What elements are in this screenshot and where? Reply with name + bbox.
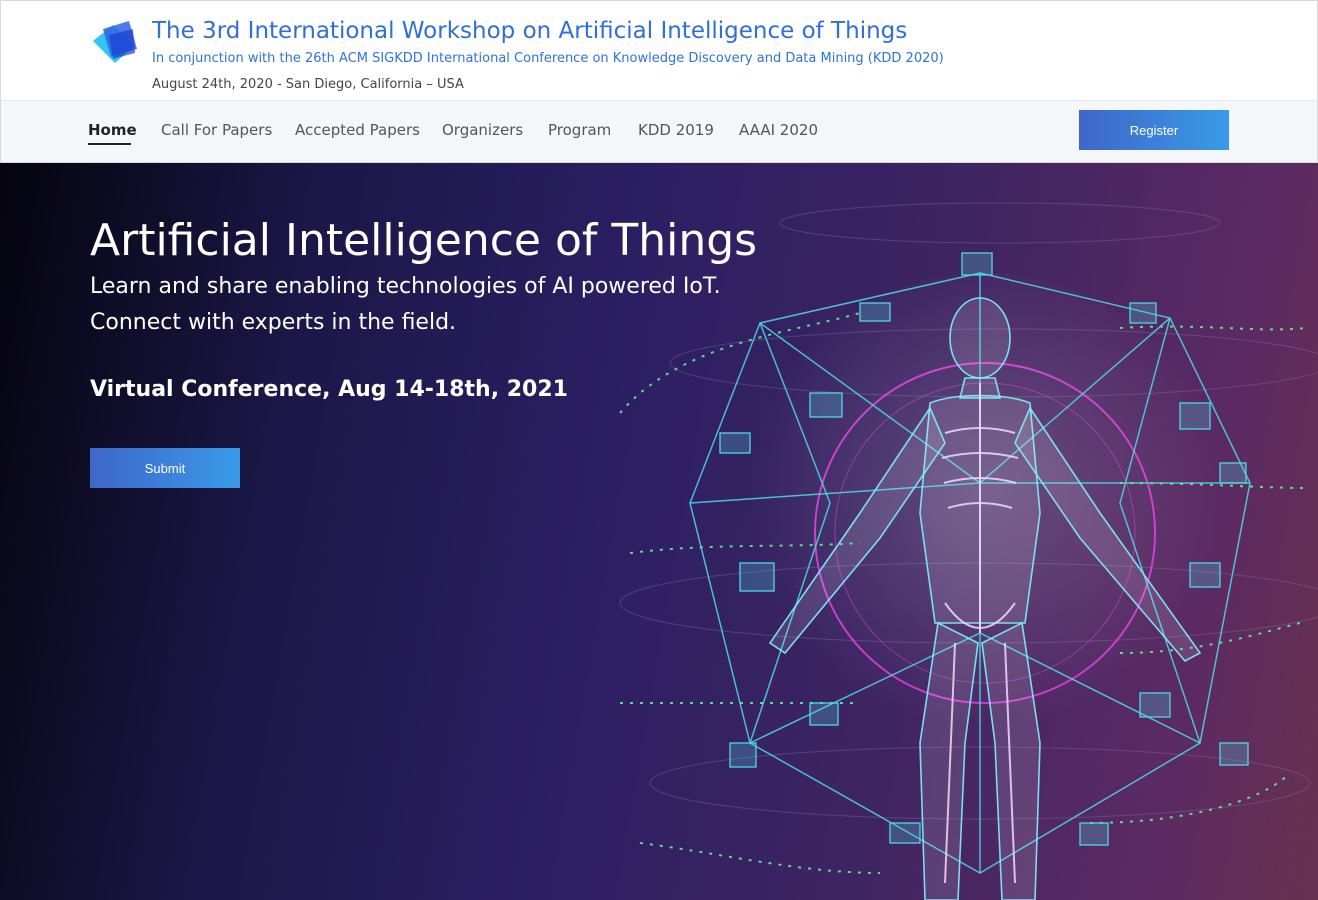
nav-home[interactable]: Home [88,121,137,139]
logo-icon[interactable] [89,19,141,65]
nav-accepted-papers[interactable]: Accepted Papers [295,121,420,139]
event-dateline: August 24th, 2020 - San Diego, Californi… [152,77,464,92]
hero-title: Artificial Intelligence of Things [90,215,758,266]
hero-banner: Artificial Intelligence of Things Learn … [0,163,1318,900]
nav-call-for-papers[interactable]: Call For Papers [161,121,272,139]
nav-aaai-2020[interactable]: AAAI 2020 [739,121,818,139]
register-button[interactable]: Register [1079,110,1229,150]
site-subtitle: In conjunction with the 26th ACM SIGKDD … [152,51,944,66]
site-header: The 3rd International Workshop on Artifi… [0,0,1318,100]
hero-tagline-1: Learn and share enabling technologies of… [90,274,721,299]
nav-organizers[interactable]: Organizers [442,121,523,139]
hero-tagline-2: Connect with experts in the field. [90,310,457,335]
submit-button[interactable]: Submit [90,448,240,488]
hero-event-date: Virtual Conference, Aug 14-18th, 2021 [90,377,568,402]
nav-program[interactable]: Program [548,121,611,139]
nav-kdd-2019[interactable]: KDD 2019 [638,121,714,139]
site-title[interactable]: The 3rd International Workshop on Artifi… [152,18,907,44]
nav-active-underline [88,143,131,145]
